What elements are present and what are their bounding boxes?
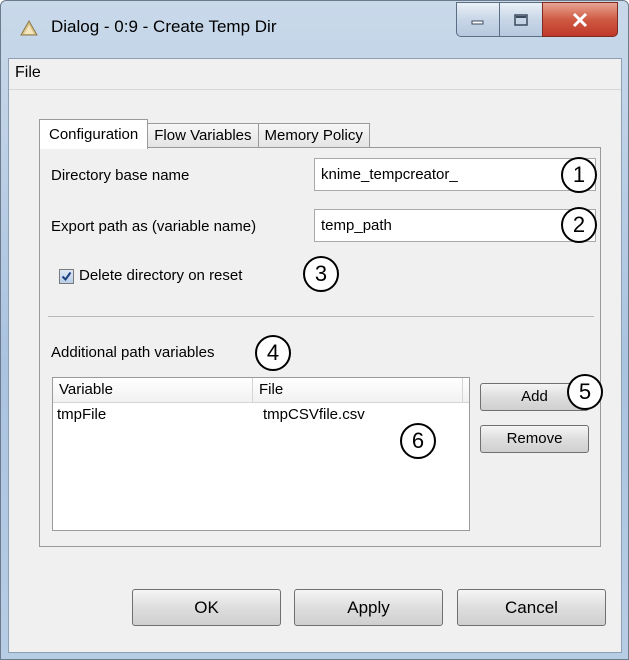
callout-2: 2 [561, 207, 597, 243]
callout-3: 3 [303, 256, 339, 292]
close-icon [572, 12, 588, 27]
table-header: Variable File [53, 378, 469, 403]
apply-button[interactable]: Apply [294, 589, 443, 626]
cell-file[interactable]: tmpCSVfile.csv [259, 403, 459, 427]
maximize-icon [514, 13, 528, 26]
cell-variable[interactable]: tmpFile [53, 403, 259, 427]
table-row[interactable]: tmpFile tmpCSVfile.csv [53, 403, 469, 427]
dialog-client-area: File Configuration Flow Variables Memory… [8, 58, 622, 653]
delete-on-reset-label: Delete directory on reset [79, 267, 243, 284]
dialog-window: Dialog - 0:9 - Create Temp Dir File Conf… [0, 0, 629, 660]
additional-path-label: Additional path variables [51, 344, 215, 361]
title-bar[interactable]: Dialog - 0:9 - Create Temp Dir [1, 1, 628, 57]
section-divider [48, 316, 594, 317]
maximize-button[interactable] [499, 2, 543, 37]
base-name-label: Directory base name [51, 167, 190, 184]
check-icon [61, 271, 72, 282]
column-header-variable[interactable]: Variable [53, 378, 253, 402]
callout-1: 1 [561, 157, 597, 193]
export-path-input[interactable]: temp_path [314, 209, 596, 242]
callout-4: 4 [255, 335, 291, 371]
delete-on-reset-checkbox[interactable] [59, 269, 74, 284]
minimize-icon [471, 20, 484, 24]
callout-5: 5 [567, 374, 603, 410]
cancel-button[interactable]: Cancel [457, 589, 606, 626]
remove-button[interactable]: Remove [480, 425, 589, 453]
ok-button[interactable]: OK [132, 589, 281, 626]
callout-6: 6 [400, 423, 436, 459]
column-header-file[interactable]: File [253, 378, 463, 402]
close-button[interactable] [542, 2, 618, 37]
tab-strip: Configuration Flow Variables Memory Poli… [39, 118, 370, 149]
tab-configuration[interactable]: Configuration [39, 119, 149, 149]
base-name-input[interactable]: knime_tempcreator_ [314, 158, 596, 191]
minimize-button[interactable] [456, 2, 500, 37]
export-path-label: Export path as (variable name) [51, 218, 257, 235]
app-icon [20, 19, 38, 36]
window-controls [456, 2, 618, 39]
menu-bar: File [9, 59, 621, 90]
tab-memory-policy[interactable]: Memory Policy [257, 123, 370, 148]
tab-flow-variables[interactable]: Flow Variables [147, 123, 259, 148]
menu-file[interactable]: File [15, 64, 41, 82]
window-title: Dialog - 0:9 - Create Temp Dir [51, 17, 277, 36]
configuration-panel: Directory base name knime_tempcreator_ E… [39, 147, 603, 547]
